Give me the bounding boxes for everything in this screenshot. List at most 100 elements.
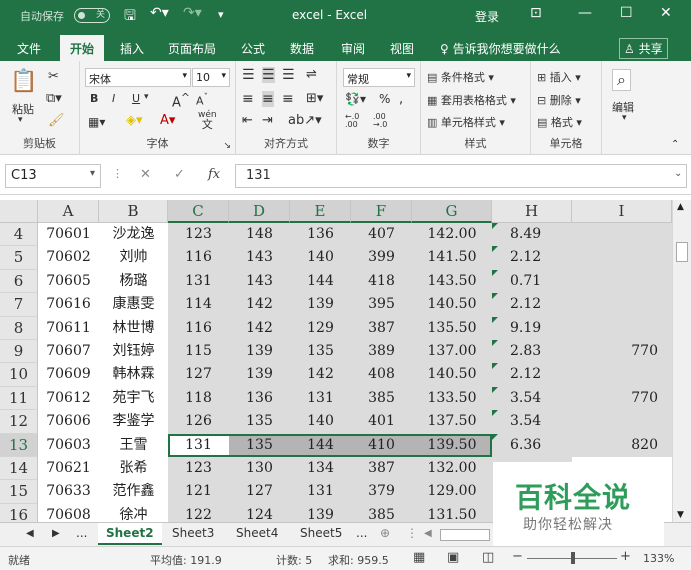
cell-d6[interactable]: 143 [229, 269, 290, 294]
border-icon[interactable]: ▦▾ [88, 115, 105, 129]
cell-c16[interactable]: 122 [168, 503, 229, 522]
tab-insert[interactable]: 插入 [120, 40, 144, 57]
tell-me-search[interactable]: ♀ 告诉我你想要做什么 [440, 40, 561, 57]
sheet-more-right[interactable]: ... [356, 526, 367, 540]
column-header-b[interactable]: B [99, 200, 168, 223]
customize-qat-icon[interactable]: ▾ [218, 8, 224, 21]
format-as-table-button[interactable]: ▦ 套用表格格式 ▾ [427, 92, 516, 108]
cell-g8[interactable]: 135.50 [412, 316, 492, 340]
tab-data[interactable]: 数据 [290, 40, 314, 57]
normal-view-icon[interactable]: ▦ [413, 550, 425, 565]
cell-a8[interactable]: 70611 [38, 317, 99, 340]
cell-d14[interactable]: 130 [229, 457, 290, 481]
cell-e7[interactable]: 139 [290, 293, 351, 317]
increase-decimal-button[interactable]: ←.0.00 [345, 113, 359, 129]
cell-h11[interactable]: 3.54 [492, 386, 572, 411]
cell-h7[interactable]: 2.12 [492, 293, 572, 317]
cell-b14[interactable]: 张希 [99, 457, 168, 480]
row-header[interactable]: 9 [0, 340, 38, 364]
cell-b16[interactable]: 徐冲 [99, 504, 168, 522]
cell-h4[interactable]: 8.49 [492, 223, 572, 247]
cell-h12[interactable]: 3.54 [492, 410, 572, 434]
redo-icon[interactable]: ↷▾ [183, 5, 202, 21]
increase-indent-icon[interactable]: ⇥ [262, 113, 273, 128]
cell-i10[interactable] [572, 363, 672, 387]
page-break-view-icon[interactable]: ◫ [482, 550, 494, 565]
cell-a13[interactable]: 70603 [38, 434, 99, 457]
decrease-font-button[interactable]: Aˇ [196, 92, 208, 108]
cell-h5[interactable]: 2.12 [492, 246, 572, 270]
cell-f4[interactable]: 407 [351, 223, 412, 247]
tab-split-icon[interactable]: ⋮ [406, 526, 418, 540]
cell-c6[interactable]: 131 [168, 269, 229, 294]
cell-b8[interactable]: 林世博 [99, 317, 168, 340]
tab-page-layout[interactable]: 页面布局 [168, 40, 216, 57]
cell-f9[interactable]: 389 [351, 340, 412, 364]
cell-d7[interactable]: 142 [229, 293, 290, 317]
scroll-down-icon[interactable]: ▼ [677, 510, 684, 520]
font-color-button[interactable]: A▾ [160, 113, 175, 128]
minimize-icon[interactable]: — [578, 5, 592, 21]
cell-a9[interactable]: 70607 [38, 340, 99, 363]
paste-icon[interactable]: 📋 [10, 69, 37, 94]
cell-a7[interactable]: 70616 [38, 293, 99, 316]
cell-d15[interactable]: 127 [229, 480, 290, 504]
cell-b13[interactable]: 王雪 [99, 434, 168, 457]
format-painter-icon[interactable]: 🖌 [48, 113, 65, 128]
cell-a5[interactable]: 70602 [38, 246, 99, 269]
cell-g16[interactable]: 131.50 [412, 503, 492, 522]
cell-e14[interactable]: 134 [290, 457, 351, 481]
decrease-decimal-button[interactable]: .00 →.0 [373, 113, 387, 129]
ribbon-display-icon[interactable]: ⊡ [530, 5, 542, 21]
login-link[interactable]: 登录 [475, 8, 499, 25]
cell-c10[interactable]: 127 [168, 363, 229, 387]
cell-c15[interactable]: 121 [168, 480, 229, 504]
cell-f16[interactable]: 385 [351, 503, 412, 522]
zoom-in-icon[interactable]: + [620, 549, 631, 564]
cell-f14[interactable]: 387 [351, 457, 412, 481]
bold-button[interactable]: B [90, 92, 98, 105]
insert-cells-button[interactable]: ⊞ 插入 ▾ [537, 69, 581, 85]
cell-d5[interactable]: 143 [229, 246, 290, 270]
cell-d16[interactable]: 124 [229, 503, 290, 522]
expand-formula-icon[interactable]: ⌄ [674, 168, 682, 179]
cell-g9[interactable]: 137.00 [412, 340, 492, 364]
cell-e10[interactable]: 142 [290, 363, 351, 387]
cell-c7[interactable]: 114 [168, 293, 229, 317]
cell-b15[interactable]: 范作鑫 [99, 480, 168, 503]
cell-f12[interactable]: 401 [351, 410, 412, 434]
cell-d12[interactable]: 135 [229, 410, 290, 434]
column-header-a[interactable]: A [38, 200, 99, 223]
font-size-select[interactable]: 10 ▾ [192, 68, 230, 87]
cell-f6[interactable]: 418 [351, 269, 412, 294]
percent-button[interactable]: % [379, 92, 390, 106]
cell-e12[interactable]: 140 [290, 410, 351, 434]
column-header-c[interactable]: C [168, 200, 229, 223]
cell-e8[interactable]: 129 [290, 316, 351, 340]
formula-input[interactable]: 131 [235, 164, 687, 188]
maximize-icon[interactable]: ☐ [620, 5, 633, 21]
collapse-ribbon-icon[interactable]: ⌃ [671, 139, 679, 150]
cell-e13[interactable]: 144 [290, 433, 351, 457]
font-name-select[interactable]: 宋体 ▾ [85, 68, 191, 87]
cell-i4[interactable] [572, 223, 672, 247]
row-header[interactable]: 14 [0, 457, 38, 481]
insert-function-button[interactable]: fx [208, 167, 220, 182]
copy-icon[interactable]: ⧉▾ [46, 91, 62, 106]
cell-c9[interactable]: 115 [168, 340, 229, 364]
underline-button[interactable]: U [132, 92, 140, 105]
decrease-indent-icon[interactable]: ⇤ [242, 113, 253, 128]
align-bottom-icon[interactable]: ☰ [282, 67, 295, 83]
row-header[interactable]: 7 [0, 293, 38, 317]
italic-button[interactable]: I [112, 92, 115, 105]
increase-font-button[interactable]: A^ [172, 91, 190, 110]
zoom-slider-thumb[interactable] [571, 552, 575, 564]
cell-b12[interactable]: 李鉴学 [99, 410, 168, 433]
prev-sheet-icon[interactable]: ◀ [26, 528, 34, 539]
scroll-thumb[interactable] [676, 242, 688, 262]
column-header-f[interactable]: F [351, 200, 412, 223]
format-cells-button[interactable]: ▤ 格式 ▾ [537, 114, 582, 130]
cell-e9[interactable]: 135 [290, 340, 351, 364]
cell-i7[interactable] [572, 293, 672, 317]
cell-b7[interactable]: 康惠雯 [99, 293, 168, 316]
